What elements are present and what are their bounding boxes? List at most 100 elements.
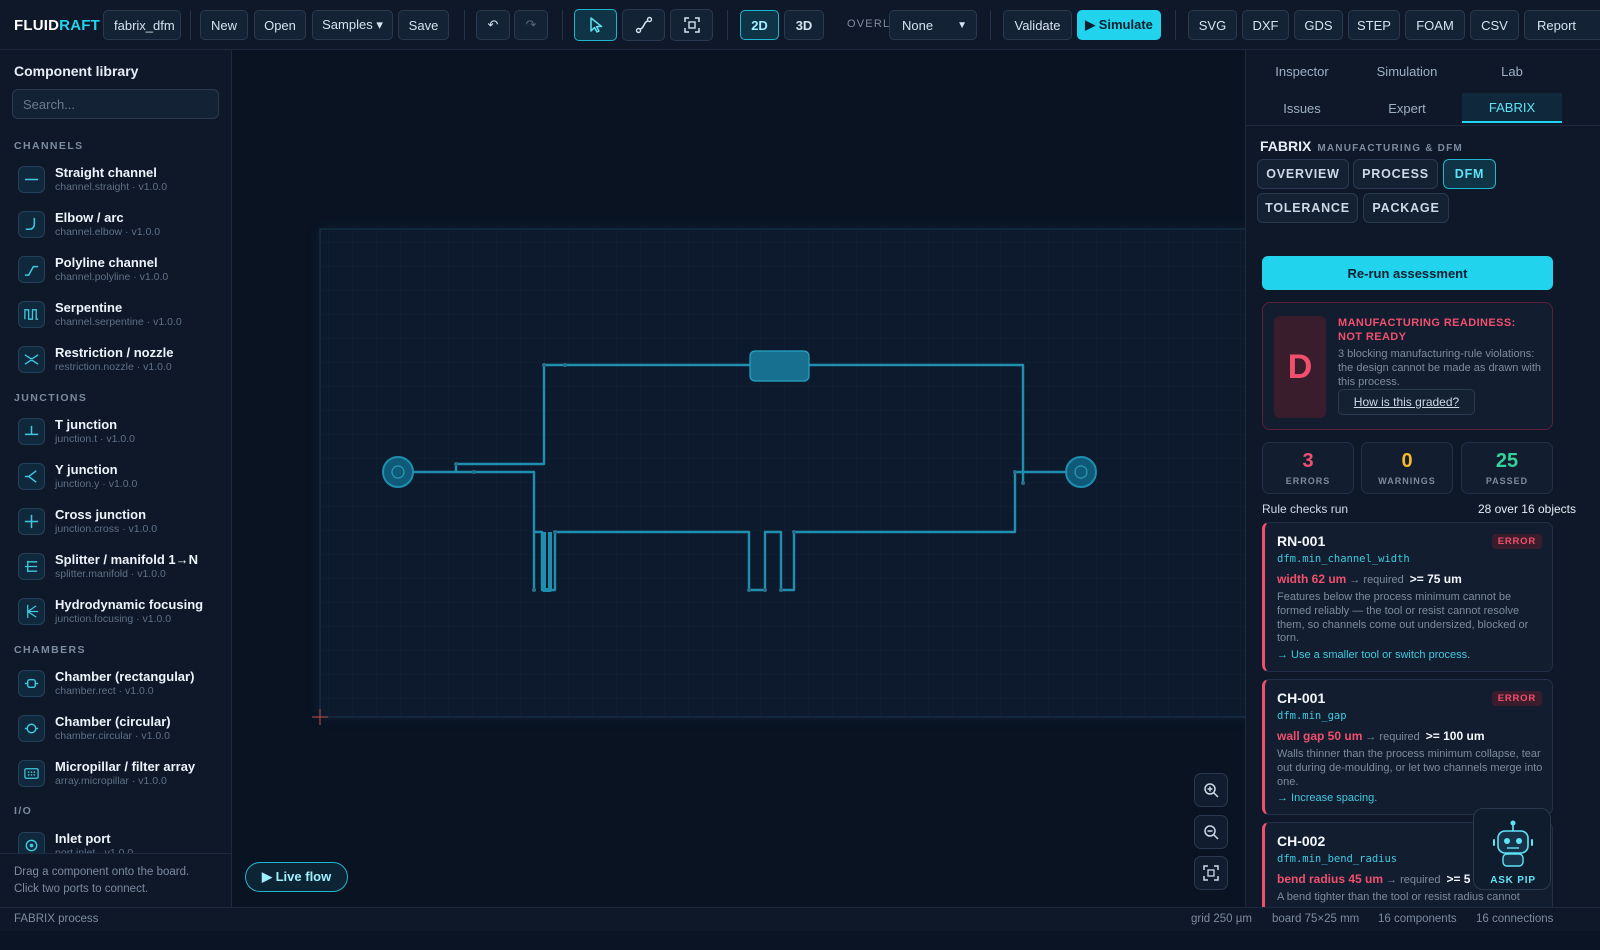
stat-warnings: 0 WARNINGS <box>1361 442 1453 494</box>
required-value: >= 75 um <box>1409 572 1462 586</box>
measured-value: bend radius 45 um <box>1277 872 1384 886</box>
issue-card-ch-001[interactable]: CH-001 ERROR dfm.min_gap wall gap 50 um →… <box>1262 679 1553 815</box>
tab-expert[interactable]: Expert <box>1357 93 1457 123</box>
library-item-splitter[interactable]: Splitter / manifold 1→N splitter.manifol… <box>0 550 231 594</box>
library-item-polyline[interactable]: Polyline channel channel.polyline · v1.0… <box>0 253 231 297</box>
design-canvas[interactable]: ▶ Live flow <box>232 50 1245 907</box>
item-id: junction.focusing · v1.0.0 <box>55 613 172 625</box>
library-item-chamber-circular[interactable]: Chamber (circular) chamber.circular · v1… <box>0 712 231 756</box>
library-item-micropillar[interactable]: Micropillar / filter array array.micropi… <box>0 757 231 801</box>
item-id: channel.polyline · v1.0.0 <box>55 271 169 283</box>
tab-fabrix[interactable]: FABRIX <box>1462 93 1562 123</box>
zoom-out-button[interactable] <box>1194 815 1228 849</box>
route-tool-button[interactable] <box>622 9 665 41</box>
zoom-in-button[interactable] <box>1194 773 1228 807</box>
tab-process[interactable]: PROCESS <box>1353 159 1438 189</box>
overlay-select[interactable]: None ▼ <box>889 10 977 40</box>
required-label: → required <box>1365 731 1420 743</box>
library-item-nozzle[interactable]: Restriction / nozzle restriction.nozzle … <box>0 343 231 387</box>
undo-button[interactable]: ↶ <box>476 10 510 40</box>
export-svg-button[interactable]: SVG <box>1188 10 1237 40</box>
tab-issues[interactable]: Issues <box>1252 93 1352 123</box>
library-search-input[interactable]: Search... <box>12 89 219 119</box>
redo-button[interactable]: ↷ <box>514 10 548 40</box>
fit-view-button[interactable] <box>670 9 713 41</box>
item-name: Splitter / manifold 1→N <box>55 552 199 567</box>
item-id: channel.serpentine · v1.0.0 <box>55 316 182 328</box>
tab-overview[interactable]: OVERVIEW <box>1257 159 1349 189</box>
issue-id: CH-001 <box>1277 690 1326 706</box>
view-2d-button[interactable]: 2D <box>740 10 779 40</box>
zoom-out-icon <box>1204 825 1219 840</box>
how-graded-link[interactable]: How is this graded? <box>1338 389 1475 415</box>
issue-id: RN-001 <box>1277 533 1326 549</box>
fix-suggestion-link[interactable]: → Increase spacing. <box>1277 792 1377 804</box>
simulate-button[interactable]: ▶ Simulate <box>1077 10 1161 40</box>
item-name: Straight channel <box>55 165 157 180</box>
required-label: → required <box>1386 874 1441 886</box>
rule-name: dfm.min_gap <box>1277 710 1347 722</box>
stat-value: 0 <box>1401 450 1413 472</box>
ask-pip-button[interactable]: ASK PIP <box>1473 808 1551 890</box>
frame-focus-icon <box>1203 865 1219 881</box>
project-name-field[interactable]: fabrix_dfm <box>103 10 181 40</box>
frame-focus-icon <box>683 17 700 33</box>
library-item-straight-channel[interactable]: Straight channel channel.straight · v1.0… <box>0 163 231 207</box>
ask-pip-label: ASK PIP <box>1490 875 1536 886</box>
y-junction-icon <box>18 463 45 490</box>
t-junction-icon <box>18 418 45 445</box>
library-item-chamber-rect[interactable]: Chamber (rectangular) chamber.rect · v1.… <box>0 667 231 711</box>
fit-to-board-button[interactable] <box>1194 856 1228 890</box>
item-id: splitter.manifold · v1.0.0 <box>55 568 166 580</box>
splitter-icon <box>18 553 45 580</box>
nozzle-icon <box>18 346 45 373</box>
library-item-t-junction[interactable]: T junction junction.t · v1.0.0 <box>0 415 231 459</box>
live-flow-button[interactable]: ▶ Live flow <box>245 862 349 892</box>
chamber-rect-icon <box>18 670 45 697</box>
route-curve-icon <box>635 16 652 34</box>
fix-suggestion-link[interactable]: → Use a smaller tool or switch process. <box>1277 649 1470 661</box>
tab-lab[interactable]: Lab <box>1462 56 1562 86</box>
export-report-button[interactable]: Report <box>1524 10 1600 40</box>
library-item-focusing[interactable]: Hydrodynamic focusing junction.focusing … <box>0 595 231 639</box>
view-3d-button[interactable]: 3D <box>784 10 824 40</box>
item-name: Elbow / arc <box>55 210 124 225</box>
issue-card-rn-001[interactable]: RN-001 ERROR dfm.min_channel_width width… <box>1262 522 1553 672</box>
app-logo: FLUIDRAFT <box>14 17 100 34</box>
export-csv-button[interactable]: CSV <box>1470 10 1519 40</box>
tab-tolerance[interactable]: TOLERANCE <box>1257 193 1358 223</box>
library-item-y-junction[interactable]: Y junction junction.y · v1.0.0 <box>0 460 231 504</box>
measured-value: width 62 um <box>1277 572 1347 586</box>
tab-inspector[interactable]: Inspector <box>1252 56 1352 86</box>
elbow-icon <box>18 211 45 238</box>
tab-simulation[interactable]: Simulation <box>1357 56 1457 86</box>
library-item-serpentine[interactable]: Serpentine channel.serpentine · v1.0.0 <box>0 298 231 342</box>
item-name: Chamber (circular) <box>55 714 171 729</box>
tab-dfm[interactable]: DFM <box>1443 159 1496 189</box>
status-components: 16 components <box>1378 913 1457 925</box>
chamber <box>749 350 810 382</box>
new-button[interactable]: New <box>200 10 248 40</box>
export-foam-button[interactable]: FOAM <box>1405 10 1465 40</box>
measurement: width 62 um → required >= 75 um <box>1277 572 1462 586</box>
status-grid: grid 250 µm <box>1191 913 1252 925</box>
open-button[interactable]: Open <box>254 10 306 40</box>
library-item-cross-junction[interactable]: Cross junction junction.cross · v1.0.0 <box>0 505 231 549</box>
status-board-size: board 75×25 mm <box>1272 913 1360 925</box>
item-name: Serpentine <box>55 300 123 315</box>
stat-value: 25 <box>1495 450 1519 472</box>
stat-label: PASSED <box>1485 476 1529 486</box>
rerun-assessment-button[interactable]: Re-run assessment <box>1262 256 1553 290</box>
library-item-elbow[interactable]: Elbow / arc channel.elbow · v1.0.0 <box>0 208 231 252</box>
validate-button[interactable]: Validate <box>1003 10 1072 40</box>
item-id: junction.t · v1.0.0 <box>55 433 135 445</box>
export-step-button[interactable]: STEP <box>1348 10 1400 40</box>
select-tool-button[interactable] <box>574 9 617 41</box>
samples-dropdown[interactable]: Samples ▾ <box>312 10 393 40</box>
tab-package[interactable]: PACKAGE <box>1363 193 1449 223</box>
export-gds-button[interactable]: GDS <box>1294 10 1343 40</box>
item-id: junction.y · v1.0.0 <box>55 478 138 490</box>
export-dxf-button[interactable]: DXF <box>1242 10 1289 40</box>
save-button[interactable]: Save <box>398 10 449 40</box>
board-drawing[interactable] <box>232 50 1245 907</box>
